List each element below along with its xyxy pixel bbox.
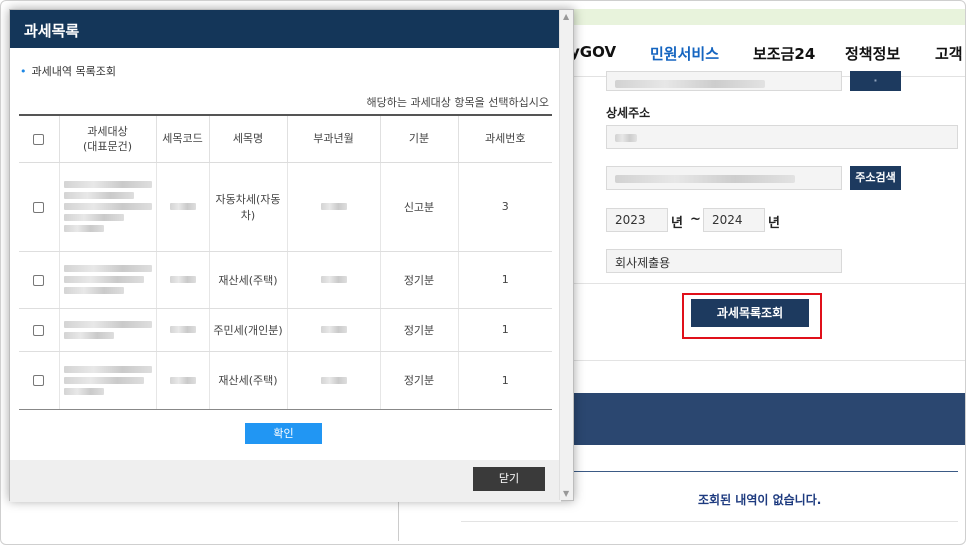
tax-name-cell: 재산세(주택) <box>209 351 288 410</box>
page-vertical-line <box>398 501 399 541</box>
table-row[interactable]: 재산세(주택) 정기분 1 <box>19 351 552 410</box>
levy-month-cell <box>287 162 381 252</box>
year-unit-from: 년 <box>671 216 683 231</box>
tax-code-cell <box>156 308 210 352</box>
tax-object-cell <box>59 162 157 252</box>
scroll-up-icon[interactable]: ▲ <box>563 12 569 21</box>
tax-object-cell <box>59 351 157 410</box>
nav-item-subsidy24[interactable]: 보조금24 <box>753 43 815 64</box>
row-checkbox[interactable] <box>33 375 45 386</box>
tax-code-cell <box>156 351 210 410</box>
table-row[interactable]: 재산세(주택) 정기분 1 <box>19 251 552 309</box>
period-type-cell: 정기분 <box>380 251 459 309</box>
col-header-period: 기분 <box>380 114 459 163</box>
section-title-text: 과세내역 목록조회 <box>31 65 116 78</box>
select-all-checkbox[interactable] <box>33 133 45 145</box>
select-all-header <box>19 114 60 163</box>
levy-month-cell <box>287 251 381 309</box>
row-checkbox[interactable] <box>33 274 45 286</box>
screenshot-frame: yGOV 민원서비스 보조금24 정책정보 고객 · 상세주소 주소검색 202… <box>0 0 966 545</box>
tax-number-cell: 1 <box>458 251 552 309</box>
levy-month-cell <box>287 351 381 410</box>
tax-list-query-button[interactable]: 과세목록조회 <box>691 299 809 327</box>
bullet-icon: • <box>20 65 27 78</box>
no-result-message: 조회된 내역이 없습니다. <box>698 493 822 507</box>
tax-number-cell: 1 <box>458 351 552 410</box>
tax-code-cell <box>156 162 210 252</box>
tax-name-cell: 주민세(개인분) <box>209 308 288 352</box>
row-checkbox[interactable] <box>33 324 45 336</box>
tilde: ~ <box>690 212 701 227</box>
row-checkbox[interactable] <box>33 201 45 213</box>
tax-name-cell: 재산세(주택) <box>209 251 288 309</box>
nav-item-mygov[interactable]: yGOV <box>570 43 616 61</box>
tax-table: 과세대상 (대표문건) 세목코드 세목명 부과년월 기분 과세번호 자동차세(자동… <box>19 114 552 410</box>
purpose-field[interactable]: 회사제출용 <box>606 249 842 273</box>
year-to-field[interactable]: 2024 <box>703 208 765 232</box>
scroll-down-icon[interactable]: ▼ <box>563 489 569 498</box>
modal-scrollbar[interactable]: ▲ ▼ <box>559 10 573 500</box>
detail-address-label: 상세주소 <box>606 106 651 120</box>
col-header-levy-month: 부과년월 <box>287 114 381 163</box>
selection-guide: 해당하는 과세대상 항목을 선택하십시오 <box>366 96 549 109</box>
col-header-tax-object-line2: (대표문건) <box>82 139 133 153</box>
period-type-cell: 신고분 <box>380 162 459 252</box>
levy-month-cell <box>287 308 381 352</box>
period-type-cell: 정기분 <box>380 308 459 352</box>
year-unit-to: 년 <box>768 216 780 231</box>
close-button[interactable]: 닫기 <box>473 467 545 491</box>
top-banner-strip <box>566 9 965 25</box>
nav-item-policy-info[interactable]: 정책정보 <box>845 43 900 64</box>
tax-object-cell <box>59 308 157 352</box>
background-form: · 상세주소 주소검색 2023 년 ~ 2024 년 회사제출용 과세목록조회… <box>461 71 965 544</box>
table-header-row: 과세대상 (대표문건) 세목코드 세목명 부과년월 기분 과세번호 <box>19 114 552 163</box>
col-header-tax-object-line1: 과세대상 <box>87 124 128 138</box>
nav-item-civil-service[interactable]: 민원서비스 <box>650 43 719 64</box>
tax-code-cell <box>156 251 210 309</box>
tax-list-modal: 과세목록 • 과세내역 목록조회 해당하는 과세대상 항목을 선택하십시오 과세대… <box>9 9 574 502</box>
form-divider <box>566 283 965 284</box>
table-row[interactable]: 주민세(개인분) 정기분 1 <box>19 308 552 352</box>
modal-footer: 닫기 <box>10 460 561 502</box>
period-type-cell: 정기분 <box>380 351 459 410</box>
main-navigation: yGOV 민원서비스 보조금24 정책정보 고객 <box>566 27 965 77</box>
year-from-field[interactable]: 2023 <box>606 208 668 232</box>
col-header-tax-name: 세목명 <box>209 114 288 163</box>
address-field[interactable] <box>606 71 842 91</box>
table-row[interactable]: 자동차세(자동차) 신고분 3 <box>19 162 552 252</box>
result-bottom-line <box>461 521 958 522</box>
section-title: • 과세내역 목록조회 <box>20 63 116 79</box>
nav-item-customer[interactable]: 고객 <box>935 43 963 64</box>
section-divider <box>566 360 965 361</box>
col-header-tax-number: 과세번호 <box>458 114 552 163</box>
result-header-band <box>574 393 965 445</box>
road-address-field[interactable] <box>606 166 842 190</box>
col-header-tax-code: 세목코드 <box>156 114 210 163</box>
address-search-button[interactable]: 주소검색 <box>850 166 901 190</box>
tax-number-cell: 1 <box>458 308 552 352</box>
tax-name-cell: 자동차세(자동차) <box>209 162 288 252</box>
address-search-button-top[interactable]: · <box>850 71 901 91</box>
col-header-tax-object: 과세대상 (대표문건) <box>59 114 157 163</box>
tax-object-cell <box>59 251 157 309</box>
tax-number-cell: 3 <box>458 162 552 252</box>
modal-title: 과세목록 <box>10 10 561 48</box>
confirm-button[interactable]: 확인 <box>245 423 322 444</box>
detail-address-field[interactable] <box>606 125 958 149</box>
